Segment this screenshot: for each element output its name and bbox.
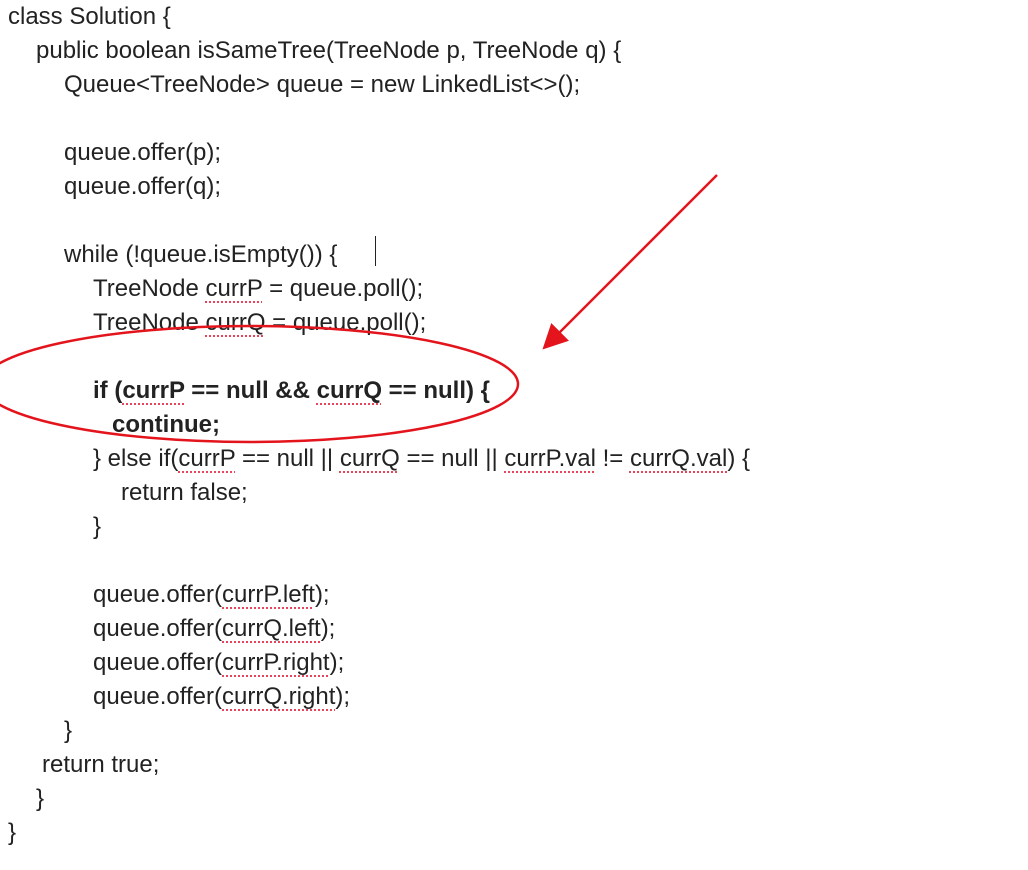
code-token: );	[335, 683, 351, 710]
code-line: queue.offer(currP.left);	[93, 578, 330, 612]
spellcheck-flagged-token: currQ.right	[222, 683, 336, 710]
code-line: queue.offer(currP.right);	[93, 646, 344, 680]
spellcheck-flagged-token: currP.right	[222, 649, 330, 676]
code-token: ) {	[727, 445, 751, 472]
code-line: public boolean isSameTree(TreeNode p, Tr…	[36, 34, 621, 68]
code-line: }	[8, 816, 16, 850]
code-token: return true;	[42, 751, 160, 778]
code-token: );	[329, 649, 345, 676]
code-line: } else if(currP == null || currQ == null…	[93, 442, 750, 476]
spellcheck-flagged-token: currQ	[316, 377, 382, 404]
code-token: == null) {	[381, 377, 491, 404]
spellcheck-flagged-token: currP.val	[504, 445, 596, 472]
code-token: );	[320, 615, 336, 642]
code-token: TreeNode	[93, 309, 206, 336]
code-token: == null &&	[184, 377, 317, 404]
code-token: == null ||	[235, 445, 340, 472]
spellcheck-flagged-token: currQ.left	[222, 615, 321, 642]
code-line: while (!queue.isEmpty()) {	[64, 238, 337, 272]
spellcheck-flagged-token: currQ	[339, 445, 400, 472]
code-document: class Solution { public boolean isSameTre…	[0, 0, 1028, 870]
spellcheck-flagged-token: currP	[205, 275, 263, 302]
code-line: continue;	[112, 408, 220, 442]
code-token: == null ||	[399, 445, 505, 472]
code-line: Queue<TreeNode> queue = new LinkedList<>…	[64, 68, 580, 102]
code-line: }	[64, 714, 72, 748]
spellcheck-flagged-token: currQ	[205, 309, 266, 336]
code-token: queue.offer(	[93, 615, 222, 642]
code-token: }	[64, 717, 73, 744]
code-token: public boolean isSameTree(TreeNode p, Tr…	[36, 37, 622, 64]
code-line: }	[93, 510, 101, 544]
code-token: !=	[595, 445, 630, 472]
code-token: while (!queue.isEmpty()) {	[64, 241, 338, 268]
code-token: }	[36, 785, 45, 812]
code-token: queue.offer(q);	[64, 173, 221, 200]
text-caret	[375, 236, 376, 266]
code-token: = queue.poll();	[262, 275, 424, 302]
code-token: } else if(	[93, 445, 179, 472]
code-line: return false;	[121, 476, 248, 510]
code-line: if (currP == null && currQ == null) {	[93, 374, 490, 408]
code-token: queue.offer(p);	[64, 139, 221, 166]
annotation-arrow	[542, 174, 718, 350]
code-token: if (	[93, 377, 123, 404]
code-line: return true;	[42, 748, 159, 782]
code-token: queue.offer(	[93, 581, 222, 608]
code-token: continue;	[112, 411, 220, 438]
spellcheck-flagged-token: currP.left	[222, 581, 315, 608]
code-line: queue.offer(currQ.left);	[93, 612, 335, 646]
code-line: }	[36, 782, 44, 816]
code-line: queue.offer(p);	[64, 136, 221, 170]
spellcheck-flagged-token: currP	[178, 445, 236, 472]
code-token: = queue.poll();	[265, 309, 427, 336]
code-token: class Solution {	[8, 3, 171, 30]
spellcheck-flagged-token: currP	[122, 377, 185, 404]
spellcheck-flagged-token: currQ.val	[629, 445, 728, 472]
code-token: Queue<TreeNode> queue = new LinkedList<>…	[64, 71, 581, 98]
code-token: );	[314, 581, 330, 608]
code-token: queue.offer(	[93, 649, 222, 676]
code-token: return false;	[121, 479, 248, 506]
code-line: queue.offer(q);	[64, 170, 221, 204]
code-token: }	[8, 819, 17, 846]
code-line: TreeNode currP = queue.poll();	[93, 272, 423, 306]
code-line: TreeNode currQ = queue.poll();	[93, 306, 426, 340]
code-token: TreeNode	[93, 275, 206, 302]
code-line: class Solution {	[8, 0, 171, 34]
code-line: queue.offer(currQ.right);	[93, 680, 350, 714]
code-token: }	[93, 513, 102, 540]
code-token: queue.offer(	[93, 683, 222, 710]
